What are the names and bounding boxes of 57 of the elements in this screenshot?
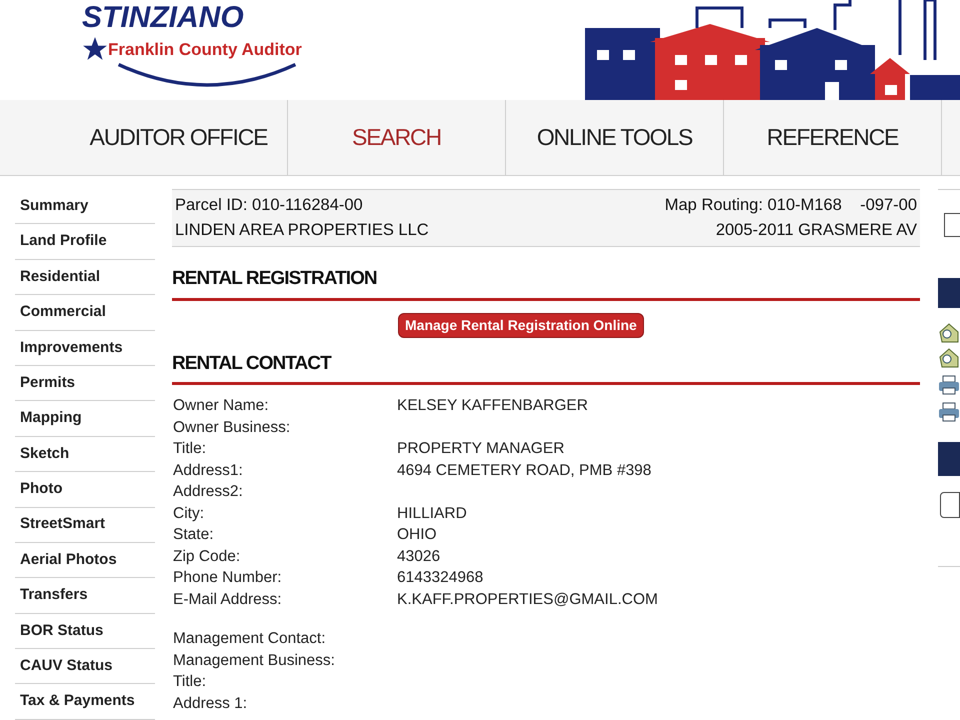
field-label: Owner Business: [172, 418, 292, 438]
field-label: Phone Number: [172, 568, 283, 588]
sidebar-item[interactable]: Residential [15, 260, 155, 296]
field-value: HILLIARD [397, 504, 467, 524]
nav-tab[interactable]: ONLINE TOOLS [506, 100, 724, 175]
field-value: K.KAFF.PROPERTIES@GMAIL.COM [397, 590, 658, 610]
field-value: OHIO [397, 525, 437, 546]
sidebar-item[interactable]: Sketch [15, 436, 155, 472]
section-heading: RENTAL REGISTRATION [172, 265, 920, 300]
field-value: KELSEY KAFFENBARGER [397, 396, 588, 416]
section-heading: RENTAL CONTACT [172, 350, 920, 385]
house-search-icon[interactable] [938, 348, 960, 368]
sidebar-item[interactable]: Commercial [15, 295, 155, 331]
field-label: Title: [172, 439, 208, 460]
map-routing: Map Routing: 010-M168 -097-00 [664, 195, 917, 216]
nav-tab[interactable]: REFERENCE [724, 100, 942, 175]
field-label: Owner Name: [172, 396, 270, 416]
sidebar-item[interactable]: Summary [15, 189, 155, 224]
field-value: PROPERTY MANAGER [397, 439, 564, 460]
house-search-icon[interactable] [938, 323, 960, 343]
checkbox-field[interactable] [944, 213, 960, 237]
field-label: Zip Code: [172, 546, 242, 567]
field-label: Address 1: [172, 694, 248, 714]
property-address: 2005-2011 GRASMERE AV [716, 220, 917, 242]
sidebar-item[interactable]: CAUV Status [15, 649, 155, 684]
field-label: Title: [172, 672, 208, 692]
field-label: State: [172, 525, 214, 546]
sidebar-item[interactable]: Improvements [15, 330, 155, 366]
field-label: City: [172, 504, 205, 524]
logo-subtitle: Franklin County Auditor [108, 40, 302, 58]
field-value: 6143324968 [397, 568, 484, 588]
sidebar-item[interactable]: Mapping [15, 401, 155, 437]
sidebar-item[interactable]: Tax & Payments [15, 684, 155, 720]
field-label: Management Contact: [172, 629, 327, 650]
sidebar-item[interactable]: Permits [15, 366, 155, 402]
sidebar-item[interactable]: Aerial Photos [15, 542, 155, 578]
nav-tab[interactable]: SEARCH [288, 100, 506, 175]
field-label: Address1: [172, 460, 244, 481]
sidebar-item[interactable]: Transfers [15, 578, 155, 614]
owner-name: LINDEN AREA PROPERTIES LLC [175, 220, 429, 242]
sidebar-item[interactable]: Land Profile [15, 224, 155, 260]
sidebar-item[interactable]: StreetSmart [15, 508, 155, 543]
field-value: 43026 [397, 546, 440, 567]
parcel-id: Parcel ID: 010-116284-00 [175, 195, 363, 216]
printer-icon[interactable] [938, 375, 960, 395]
logo-title: STINZIANO [82, 2, 244, 34]
input-field[interactable] [940, 492, 960, 518]
field-label: Management Business: [172, 650, 336, 671]
nav-tab[interactable]: AUDITOR OFFICE [70, 100, 288, 175]
field-value: 4694 CEMETERY ROAD, PMB #398 [397, 460, 652, 481]
printer-icon[interactable] [938, 402, 960, 422]
sidebar-item[interactable]: BOR Status [15, 614, 155, 650]
sidebar-item[interactable]: Photo [15, 472, 155, 508]
manage-registration-button[interactable]: Manage Rental Registration Online [398, 312, 644, 338]
field-label: Address2: [172, 482, 244, 502]
field-label: E-Mail Address: [172, 590, 283, 610]
star-icon [82, 36, 108, 62]
